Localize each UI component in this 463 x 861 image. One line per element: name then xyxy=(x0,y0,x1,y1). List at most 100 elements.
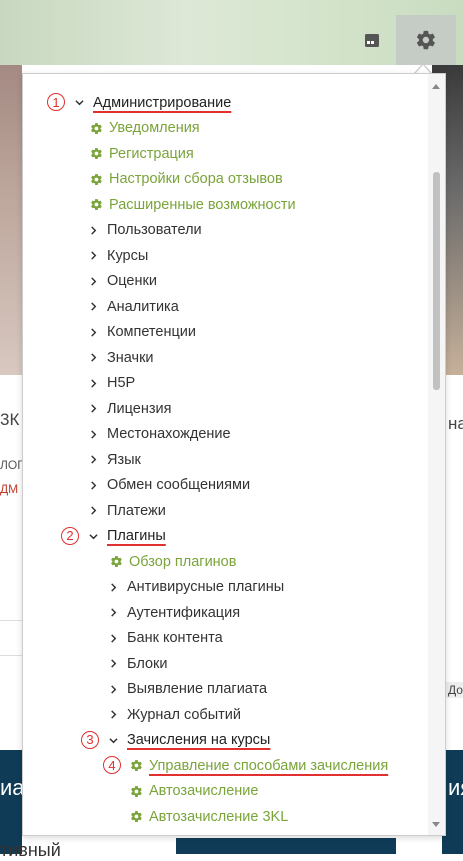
tree-item[interactable]: Антивирусные плагины xyxy=(23,575,428,601)
tree-item[interactable]: Оценки xyxy=(23,269,428,295)
tree-item[interactable]: Регистрация xyxy=(23,141,428,167)
chevron-right-icon[interactable] xyxy=(107,608,119,617)
scroll-down-arrow[interactable] xyxy=(432,822,440,827)
chevron-right-icon[interactable] xyxy=(87,251,99,260)
gear-icon xyxy=(89,198,103,211)
tree-item[interactable]: Язык xyxy=(23,447,428,473)
tree-item-label[interactable]: Компетенции xyxy=(107,324,196,340)
tree-item-label[interactable]: Аналитика xyxy=(107,299,179,315)
tree-item-label[interactable]: H5P xyxy=(107,375,135,391)
tree-item[interactable]: Банк контента xyxy=(23,626,428,652)
course-link-left[interactable]: ДМ xyxy=(0,482,18,496)
chevron-right-icon[interactable] xyxy=(87,353,99,362)
chevron-down-icon[interactable] xyxy=(73,98,85,107)
page-header xyxy=(0,0,463,65)
tree-item-label[interactable]: Настройки сбора отзывов xyxy=(109,171,283,187)
chevron-right-icon[interactable] xyxy=(107,583,119,592)
chevron-right-icon[interactable] xyxy=(107,659,119,668)
chevron-right-icon[interactable] xyxy=(87,379,99,388)
tree-item-label[interactable]: Оценки xyxy=(107,273,157,289)
tree-item-label[interactable]: Выявление плагиата xyxy=(127,681,267,697)
tree-item[interactable]: Значки xyxy=(23,345,428,371)
gear-icon xyxy=(89,173,103,186)
chevron-right-icon[interactable] xyxy=(107,710,119,719)
tree-item-label[interactable]: Курсы xyxy=(107,248,148,264)
course-title-left[interactable]: 3К xyxy=(0,410,19,430)
chevron-right-icon[interactable] xyxy=(87,404,99,413)
tree-item[interactable]: Зачисления на курсы 3 xyxy=(23,728,428,754)
chevron-right-icon[interactable] xyxy=(87,506,99,515)
chevron-right-icon[interactable] xyxy=(87,455,99,464)
tree-item-label[interactable]: Пользователи xyxy=(107,222,202,238)
tree-item-label[interactable]: Блоки xyxy=(127,656,167,672)
tree-item[interactable]: Обмен сообщениями xyxy=(23,473,428,499)
scroll-up-arrow[interactable] xyxy=(432,84,440,89)
chevron-right-icon[interactable] xyxy=(107,685,119,694)
tree-item[interactable]: Расширенные возможности xyxy=(23,192,428,218)
tree-item-label[interactable]: Журнал событий xyxy=(127,707,241,723)
tree-item[interactable]: Автозачисление 3KL xyxy=(23,804,428,830)
tree-item[interactable]: Пользователи xyxy=(23,218,428,244)
tree-item-label[interactable]: Обзор плагинов xyxy=(129,554,236,570)
gear-icon xyxy=(416,30,435,50)
chevron-right-icon[interactable] xyxy=(87,226,99,235)
chevron-right-icon[interactable] xyxy=(87,481,99,490)
chevron-down-icon[interactable] xyxy=(87,532,99,541)
tree-item[interactable]: Аутентификация xyxy=(23,600,428,626)
tree-item-label[interactable]: Управление способами зачисления xyxy=(149,758,388,774)
tree-item[interactable]: Аналитика xyxy=(23,294,428,320)
tree-item-label[interactable]: Значки xyxy=(107,350,154,366)
admin-tree: Администрирование 1 Уведомления Регистрация… xyxy=(23,90,428,830)
tree-item[interactable]: Управление способами зачисления 4 xyxy=(23,753,428,779)
course-title-right[interactable]: на xyxy=(448,414,463,434)
course-button-right[interactable]: До xyxy=(445,682,463,698)
annotation-marker: 1 xyxy=(47,93,65,111)
tree-item-label[interactable]: Платежи xyxy=(107,503,166,519)
tree-item[interactable]: Журнал событий xyxy=(23,702,428,728)
tree-item[interactable]: Плагины 2 xyxy=(23,524,428,550)
tree-item-label[interactable]: Обмен сообщениями xyxy=(107,477,250,493)
tree-item-label[interactable]: Расширенные возможности xyxy=(109,197,296,213)
tree-item[interactable]: Компетенции xyxy=(23,320,428,346)
chevron-right-icon[interactable] xyxy=(87,277,99,286)
tree-item-label[interactable]: Автозачисление xyxy=(149,783,258,799)
tree-item[interactable]: Лицензия xyxy=(23,396,428,422)
tree-item-label[interactable]: Антивирусные плагины xyxy=(127,579,284,595)
tree-item-label[interactable]: Аутентификация xyxy=(127,605,240,621)
gear-icon xyxy=(109,555,123,568)
calendar-button[interactable] xyxy=(342,15,402,65)
tree-item-label[interactable]: Регистрация xyxy=(109,146,194,162)
tree-item[interactable]: Уведомления xyxy=(23,116,428,142)
settings-button[interactable] xyxy=(396,15,456,65)
tree-item[interactable]: H5P xyxy=(23,371,428,397)
tree-item[interactable]: Выявление плагиата xyxy=(23,677,428,703)
gear-icon xyxy=(89,122,103,135)
tree-item[interactable]: Блоки xyxy=(23,651,428,677)
tree-item[interactable]: Настройки сбора отзывов xyxy=(23,167,428,193)
tree-item-label[interactable]: Плагины xyxy=(107,528,166,544)
tree-item-label[interactable]: Зачисления на курсы xyxy=(127,732,270,748)
tree-item-label[interactable]: Местонахождение xyxy=(107,426,231,442)
chevron-down-icon[interactable] xyxy=(107,736,119,745)
chevron-right-icon[interactable] xyxy=(107,634,119,643)
tree-item[interactable]: Автозачисление xyxy=(23,779,428,805)
tree-item[interactable]: Обзор плагинов xyxy=(23,549,428,575)
calendar-icon xyxy=(365,34,379,47)
tree-item-label[interactable]: Банк контента xyxy=(127,630,223,646)
tree-item[interactable]: Платежи xyxy=(23,498,428,524)
banner-right-text: ия xyxy=(448,775,463,800)
tree-item-label[interactable]: Язык xyxy=(107,452,141,468)
tree-item[interactable]: Администрирование 1 xyxy=(23,90,428,116)
tree-item-label[interactable]: Администрирование xyxy=(93,95,231,111)
chevron-right-icon[interactable] xyxy=(87,430,99,439)
tree-item[interactable]: Местонахождение xyxy=(23,422,428,448)
tree-item-label[interactable]: Уведомления xyxy=(109,120,200,136)
tree-item-label[interactable]: Лицензия xyxy=(107,401,171,417)
chevron-right-icon[interactable] xyxy=(87,302,99,311)
chevron-right-icon[interactable] xyxy=(87,328,99,337)
tree-item-label[interactable]: Автозачисление 3KL xyxy=(149,809,288,825)
tree-item[interactable]: Курсы xyxy=(23,243,428,269)
gear-icon xyxy=(129,785,143,798)
scrollbar[interactable] xyxy=(428,74,445,835)
scrollbar-thumb[interactable] xyxy=(433,172,440,390)
